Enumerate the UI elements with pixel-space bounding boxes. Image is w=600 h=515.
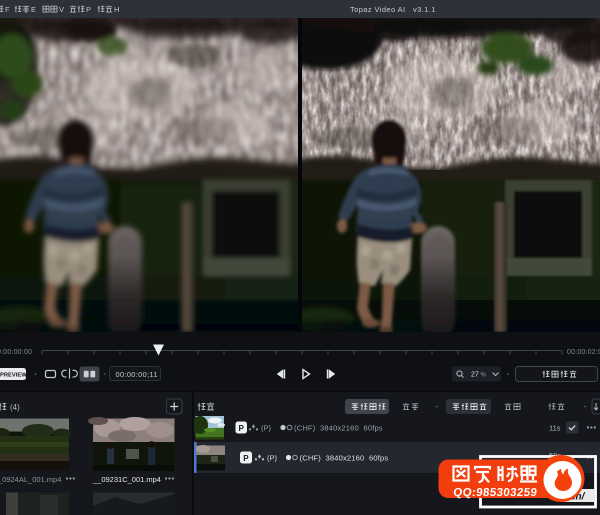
svg-text:__09231C_001.mp4: __09231C_001.mp4 [92,475,161,484]
svg-text:11s: 11s [549,424,561,433]
svg-text:50s: 50s [549,451,561,460]
svg-text:P: P [86,5,91,14]
svg-text:(4): (4) [10,403,20,412]
svg-text:PREVIEW: PREVIEW [0,373,27,379]
svg-text:(P): (P) [261,424,272,433]
svg-text:Topaz Video AI v3.1.1: Topaz Video AI v3.1.1 [350,5,436,14]
svg-text:00:00:00;11: 00:00:00;11 [116,370,158,379]
svg-text:%: % [481,373,487,379]
svg-text:P: P [239,424,245,433]
svg-text:F: F [5,5,10,14]
svg-text:(P): (P) [267,454,278,463]
svg-text:E: E [31,5,36,14]
svg-text:27: 27 [471,372,479,379]
svg-text:00:00:02:0: 00:00:02:0 [567,349,600,356]
svg-text:_0924AL_001.mp4: _0924AL_001.mp4 [0,475,61,484]
svg-text:(CHF) 3840x2160 60fps: (CHF) 3840x2160 60fps [300,454,389,463]
svg-text:(CHF) 3840x2160 60fps: (CHF) 3840x2160 60fps [294,424,383,433]
svg-text:0:00:00:00: 0:00:00:00 [0,349,32,356]
svg-text:H: H [114,5,119,14]
svg-text:V: V [59,5,64,14]
svg-text:P: P [243,454,249,463]
